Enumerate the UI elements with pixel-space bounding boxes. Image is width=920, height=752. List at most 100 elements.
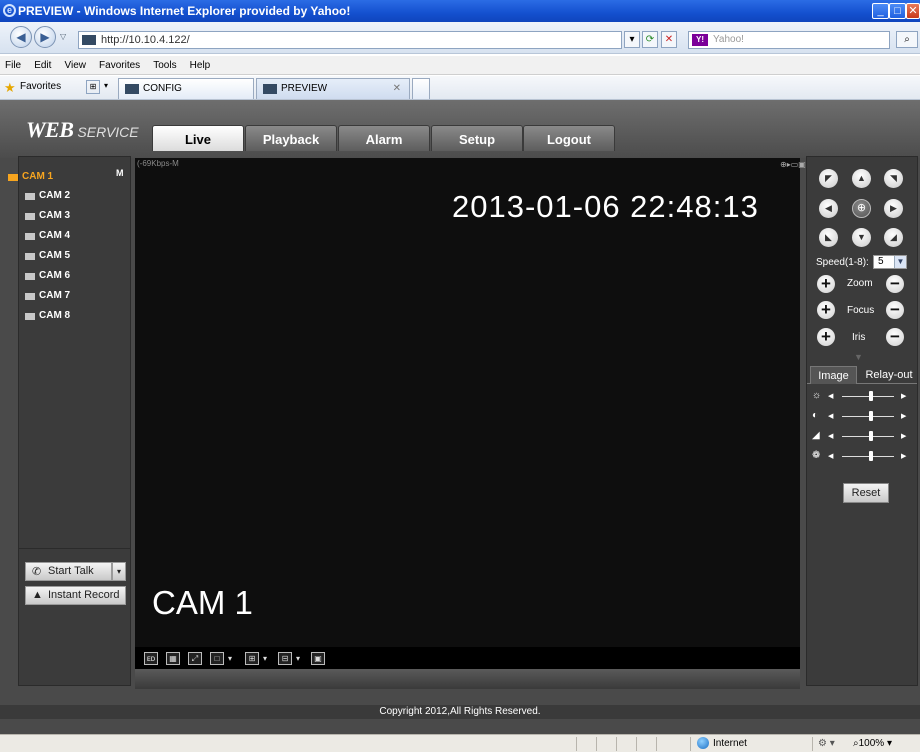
start-talk-button[interactable]: ✆ Start Talk: [25, 562, 112, 581]
nav-setup[interactable]: Setup: [431, 125, 523, 151]
protected-mode-icon[interactable]: ⚙ ▾: [818, 735, 835, 752]
contrast-increase-icon[interactable]: ▶: [901, 412, 906, 420]
quad-view-dropdown-icon[interactable]: ▾: [263, 652, 267, 665]
camera-item-3[interactable]: CAM 3: [25, 208, 70, 224]
menu-tools[interactable]: Tools: [148, 56, 181, 75]
multi-view-dropdown-icon[interactable]: ▾: [296, 652, 300, 665]
collapse-arrow-icon[interactable]: ▼: [854, 352, 863, 362]
tab-image[interactable]: Image: [810, 366, 857, 384]
iris-open-button[interactable]: +: [817, 328, 835, 346]
zoom-level-control[interactable]: ⌕100% ▾: [853, 735, 892, 752]
zoom-out-button[interactable]: −: [886, 275, 904, 293]
contrast-decrease-icon[interactable]: ◀: [828, 412, 833, 420]
stop-button[interactable]: ✕: [661, 31, 677, 48]
aspect-original-icon[interactable]: ᴇᴅ: [144, 652, 158, 665]
address-bar[interactable]: http://10.10.4.122/: [78, 31, 622, 49]
tab-preview[interactable]: PREVIEW ✕: [256, 78, 410, 99]
ptz-center-zoom-button[interactable]: ⊕: [852, 199, 871, 218]
tab-favicon-icon: [263, 84, 277, 94]
ptz-down-right-button[interactable]: ◢: [884, 228, 903, 247]
brightness-decrease-icon[interactable]: ◀: [828, 392, 833, 400]
menu-edit[interactable]: Edit: [29, 56, 56, 75]
ptz-up-left-button[interactable]: ◤: [819, 169, 838, 188]
saturation-increase-icon[interactable]: ▶: [901, 432, 906, 440]
camera-item-8[interactable]: CAM 8: [25, 308, 70, 324]
iris-close-button[interactable]: −: [886, 328, 904, 346]
ptz-down-button[interactable]: ▼: [852, 228, 871, 247]
contrast-slider-knob[interactable]: [868, 411, 873, 421]
ptz-up-button[interactable]: ▲: [852, 169, 871, 188]
favorites-button[interactable]: Favorites: [20, 81, 61, 92]
chevron-down-icon: ▾: [886, 738, 892, 749]
zoom-in-button[interactable]: +: [817, 275, 835, 293]
single-view-dropdown-icon[interactable]: ▾: [228, 652, 232, 665]
menu-view[interactable]: View: [59, 56, 91, 75]
menu-file[interactable]: File: [0, 56, 26, 75]
saturation-slider-knob[interactable]: [868, 431, 873, 441]
camera-item-6[interactable]: CAM 6: [25, 268, 70, 284]
quad-view-icon[interactable]: ⊞: [245, 652, 259, 665]
ptz-down-left-button[interactable]: ◣: [819, 228, 838, 247]
tab-relay-out[interactable]: Relay-out: [862, 366, 916, 384]
tab-preview-label: PREVIEW: [281, 83, 328, 94]
window-titlebar: e PREVIEW - Windows Internet Explorer pr…: [0, 0, 920, 22]
refresh-button[interactable]: ⟳: [642, 31, 658, 48]
forward-button[interactable]: ▶: [34, 26, 56, 48]
nav-alarm[interactable]: Alarm: [338, 125, 430, 151]
app-logo: WEB SERVICE: [26, 117, 139, 143]
speed-select[interactable]: 5 ▼: [873, 255, 907, 269]
single-view-icon[interactable]: □: [210, 652, 224, 665]
camera-item-2[interactable]: CAM 2: [25, 188, 70, 204]
sixteen-view-icon[interactable]: ▣: [311, 652, 325, 665]
focus-far-button[interactable]: −: [886, 301, 904, 319]
favorites-bar: ★ Favorites ⊞ ▾ CONFIG PREVIEW ✕: [0, 76, 920, 100]
camera-item-5[interactable]: CAM 5: [25, 248, 70, 264]
camera-icon: [25, 253, 35, 260]
ptz-right-button[interactable]: ▶: [884, 199, 903, 218]
camera-label: CAM 3: [39, 210, 71, 221]
menu-help[interactable]: Help: [185, 56, 216, 75]
new-tab-button[interactable]: [412, 78, 430, 99]
close-window-button[interactable]: ✕: [906, 3, 920, 19]
search-input[interactable]: Y! Yahoo!: [688, 31, 890, 49]
maximize-button[interactable]: □: [889, 3, 906, 19]
nav-logout[interactable]: Logout: [523, 125, 615, 151]
aspect-scaled-icon[interactable]: ▦: [166, 652, 180, 665]
camera-item-4[interactable]: CAM 4: [25, 228, 70, 244]
nav-playback[interactable]: Playback: [245, 125, 337, 151]
camera-icon: [25, 313, 35, 320]
camera-icon: [25, 233, 35, 240]
address-dropdown-button[interactable]: ▾: [624, 31, 640, 48]
nav-live[interactable]: Live: [152, 125, 244, 151]
minimize-button[interactable]: _: [872, 3, 889, 19]
brightness-increase-icon[interactable]: ▶: [901, 392, 906, 400]
phone-icon: ✆: [32, 566, 42, 578]
history-dropdown-icon[interactable]: ▽: [60, 32, 66, 41]
fullscreen-icon[interactable]: ⤢: [188, 652, 202, 665]
talk-options-dropdown[interactable]: ▾: [112, 562, 126, 581]
ptz-up-right-button[interactable]: ◥: [884, 169, 903, 188]
camera-item-1[interactable]: CAM 1: [8, 169, 53, 185]
focus-near-button[interactable]: +: [817, 301, 835, 319]
saturation-decrease-icon[interactable]: ◀: [828, 432, 833, 440]
quick-tabs-icon[interactable]: ⊞: [86, 80, 100, 94]
hue-slider-knob[interactable]: [868, 451, 873, 461]
reset-button[interactable]: Reset: [843, 483, 889, 503]
search-button[interactable]: ⌕: [896, 31, 918, 48]
hue-increase-icon[interactable]: ▶: [901, 452, 906, 460]
close-tab-icon[interactable]: ✕: [393, 79, 401, 99]
ptz-left-button[interactable]: ◀: [819, 199, 838, 218]
back-button[interactable]: ◀: [10, 26, 32, 48]
menu-bar: File Edit View Favorites Tools Help: [0, 56, 920, 75]
logo-main: WEB: [26, 117, 74, 142]
saturation-icon: ◢: [812, 430, 820, 441]
brightness-slider-knob[interactable]: [868, 391, 873, 401]
tab-list-dropdown-icon[interactable]: ▾: [104, 81, 108, 90]
camera-item-7[interactable]: CAM 7: [25, 288, 70, 304]
instant-record-button[interactable]: ▲ Instant Record: [25, 586, 126, 605]
chevron-down-icon: ▼: [894, 256, 906, 268]
multi-view-icon[interactable]: ⊟: [278, 652, 292, 665]
menu-favorites[interactable]: Favorites: [94, 56, 145, 75]
hue-decrease-icon[interactable]: ◀: [828, 452, 833, 460]
tab-config[interactable]: CONFIG: [118, 78, 254, 99]
